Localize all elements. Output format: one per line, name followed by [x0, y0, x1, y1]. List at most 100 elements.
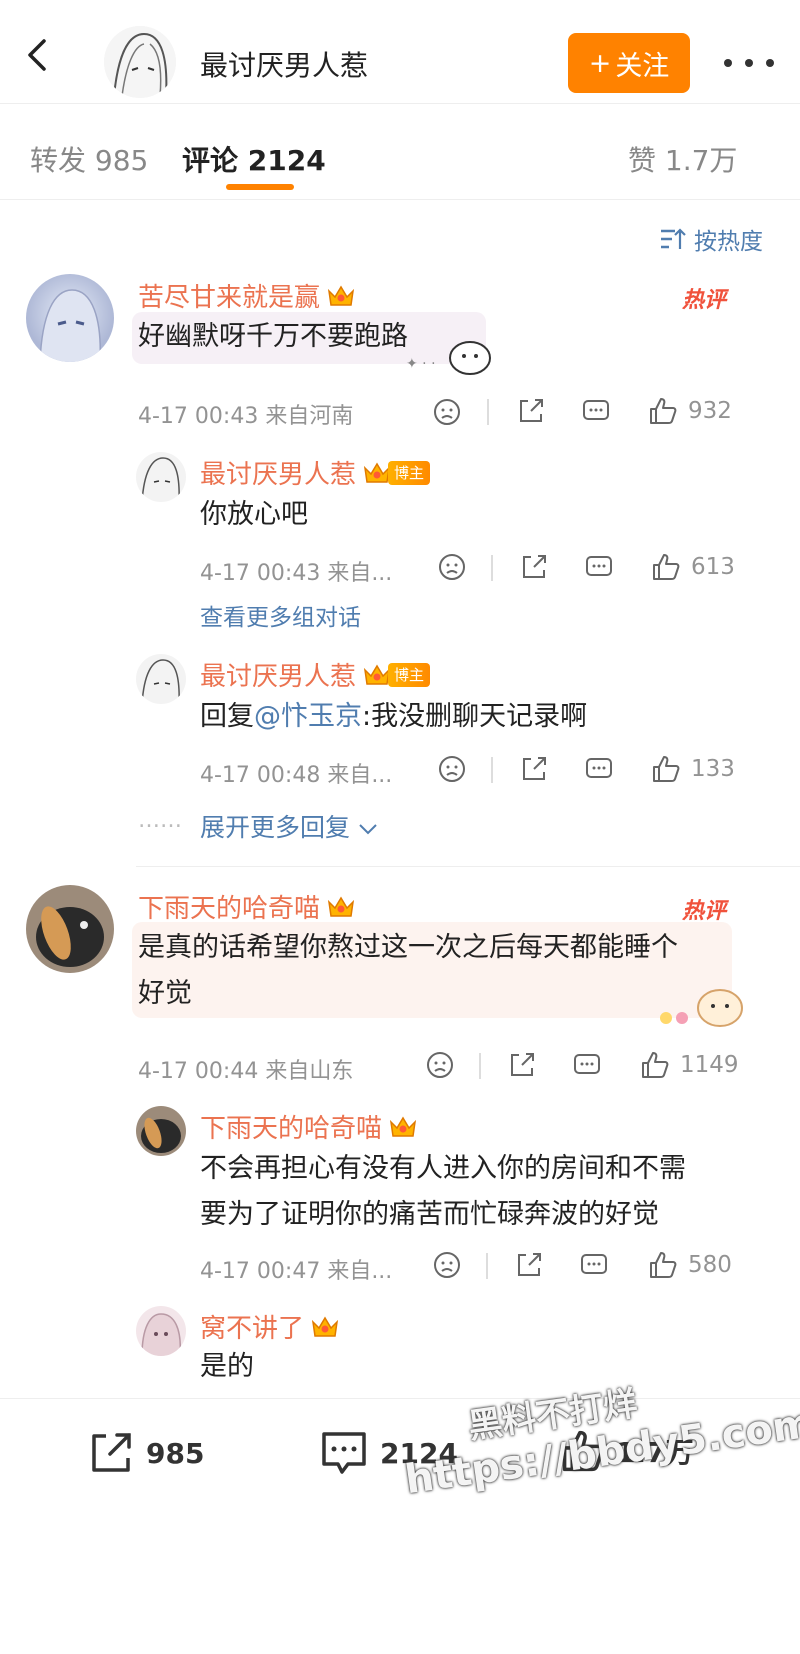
like-action[interactable]: 580 [648, 1248, 732, 1282]
svg-text:✦ · ·: ✦ · · [406, 356, 436, 372]
like-action[interactable]: 133 [651, 752, 735, 786]
username-text: 最讨厌男人惹 [200, 460, 357, 490]
author-badge: 博主 [362, 662, 431, 688]
reply-icon[interactable] [579, 1250, 609, 1280]
crown-badge-icon [327, 896, 355, 917]
action-divider [491, 555, 493, 581]
expand-label: 展开更多回复 [200, 813, 351, 842]
username-text: 苦尽甘来就是赢 [138, 283, 321, 313]
more-options-icon[interactable] [724, 46, 774, 80]
top-bar: 最讨厌男人惹 + 关注 [0, 0, 800, 104]
comment-username[interactable]: 苦尽甘来就是赢 [138, 277, 356, 314]
reply-username[interactable]: 下雨天的哈奇喵 [200, 1108, 418, 1145]
crown-badge-icon [389, 1116, 417, 1137]
reply-icon[interactable] [581, 396, 611, 426]
share-icon[interactable] [519, 552, 549, 582]
action-divider [479, 1053, 481, 1079]
author-avatar[interactable] [104, 26, 176, 98]
reply-text: 回复@忭玉京:我没删聊天记录啊 [200, 694, 587, 740]
thumbs-up-icon [653, 554, 680, 580]
comment-text-line-1: 是真的话希望你熬过这一次之后每天都能睡个 [138, 932, 678, 963]
reply-username[interactable]: 最讨厌男人惹 博主 [200, 656, 431, 693]
reply-avatar[interactable] [136, 452, 186, 502]
blogger-badge-label: 博主 [388, 662, 431, 687]
comment-meta: 4-17 00:44 来自山东 [138, 1059, 354, 1084]
page-title: 最讨厌男人惹 [200, 49, 369, 82]
like-count: 580 [688, 1252, 732, 1278]
back-arrow-icon[interactable] [20, 38, 54, 72]
commenter-avatar[interactable] [26, 885, 114, 973]
bottom-repost-count: 985 [146, 1436, 205, 1470]
thumbs-up-icon [650, 1252, 677, 1278]
tab-like[interactable]: 赞 1.7万 [628, 139, 737, 179]
sort-label: 按热度 [694, 229, 763, 255]
commenter-avatar[interactable] [26, 274, 114, 362]
tab-bar: 转发 985 评论 2124 赞 1.7万 [0, 104, 800, 200]
bottom-repost-button[interactable]: 985 [86, 1428, 204, 1478]
comment-text-line-2: 好觉 [138, 978, 192, 1009]
tab-repost[interactable]: 转发 985 [30, 139, 148, 179]
reply-text: 是的 [200, 1351, 254, 1382]
tab-comment[interactable]: 评论 2124 [182, 139, 326, 179]
action-divider [487, 399, 489, 425]
reply-meta: 4-17 00:43 来自... [200, 561, 393, 586]
view-more-conversation-link[interactable]: 查看更多组对话 [200, 598, 361, 632]
thumbs-up-icon [650, 398, 677, 424]
expand-more-replies-link[interactable]: 展开更多回复 [200, 808, 378, 844]
reply-avatar[interactable] [136, 654, 186, 704]
reply-icon[interactable] [572, 1050, 602, 1080]
comment-divider [136, 866, 800, 867]
like-action[interactable]: 1149 [640, 1048, 739, 1082]
like-action[interactable]: 613 [651, 550, 735, 584]
reply-meta: 4-17 00:47 来自... [200, 1259, 393, 1284]
like-action[interactable]: 932 [648, 394, 732, 428]
follow-label: 关注 [615, 50, 670, 82]
share-icon[interactable] [516, 396, 546, 426]
share-icon[interactable] [514, 1250, 544, 1280]
dislike-face-icon[interactable] [432, 1250, 462, 1280]
action-divider [486, 1253, 488, 1279]
comment-actions [432, 395, 462, 429]
sort-by-hot-button[interactable]: 按热度 [660, 222, 763, 256]
hot-comment-badge: 热评 [682, 288, 727, 313]
reply-text: 你放心吧 [200, 499, 308, 530]
reply-username[interactable]: 最讨厌男人惹 博主 [200, 454, 431, 491]
username-text: 最讨厌男人惹 [200, 662, 357, 692]
reply-meta: 4-17 00:48 来自... [200, 763, 393, 788]
crown-badge-icon [311, 1316, 339, 1337]
dislike-face-icon[interactable] [437, 754, 467, 784]
hot-comment-badge: 热评 [682, 899, 727, 924]
expand-dots: …… [138, 808, 182, 833]
like-count: 613 [691, 554, 735, 580]
username-text: 窝不讲了 [200, 1314, 305, 1344]
reply-body: :我没删聊天记录啊 [362, 701, 588, 732]
share-icon[interactable] [507, 1050, 537, 1080]
dislike-face-icon[interactable] [437, 552, 467, 582]
reply-username[interactable]: 窝不讲了 [200, 1308, 340, 1345]
mention-link[interactable]: @忭玉京 [254, 701, 362, 732]
reply-avatar[interactable] [136, 1306, 186, 1356]
blogger-badge-label: 博主 [388, 460, 431, 485]
username-text: 下雨天的哈奇喵 [138, 894, 321, 924]
sticker-icon: ✦ · · [406, 341, 491, 375]
reply-icon[interactable] [584, 552, 614, 582]
plus-icon: + [588, 47, 612, 79]
dislike-face-icon[interactable] [432, 397, 462, 427]
comment-username[interactable]: 下雨天的哈奇喵 [138, 888, 356, 925]
like-count: 932 [688, 398, 732, 424]
comment-text: 好幽默呀千万不要跑路 [138, 321, 408, 352]
like-count: 1149 [680, 1052, 739, 1078]
reply-avatar[interactable] [136, 1106, 186, 1156]
sort-icon [661, 228, 686, 249]
dislike-face-icon[interactable] [425, 1050, 455, 1080]
author-badge: 博主 [362, 460, 431, 486]
thumbs-up-icon [653, 756, 680, 782]
share-icon [92, 1433, 131, 1472]
crown-badge-icon [327, 285, 355, 306]
like-count: 133 [691, 756, 735, 782]
follow-button[interactable]: + 关注 [568, 33, 690, 93]
action-divider [491, 757, 493, 783]
share-icon[interactable] [519, 754, 549, 784]
comment-meta: 4-17 00:43 来自河南 [138, 404, 354, 429]
reply-icon[interactable] [584, 754, 614, 784]
